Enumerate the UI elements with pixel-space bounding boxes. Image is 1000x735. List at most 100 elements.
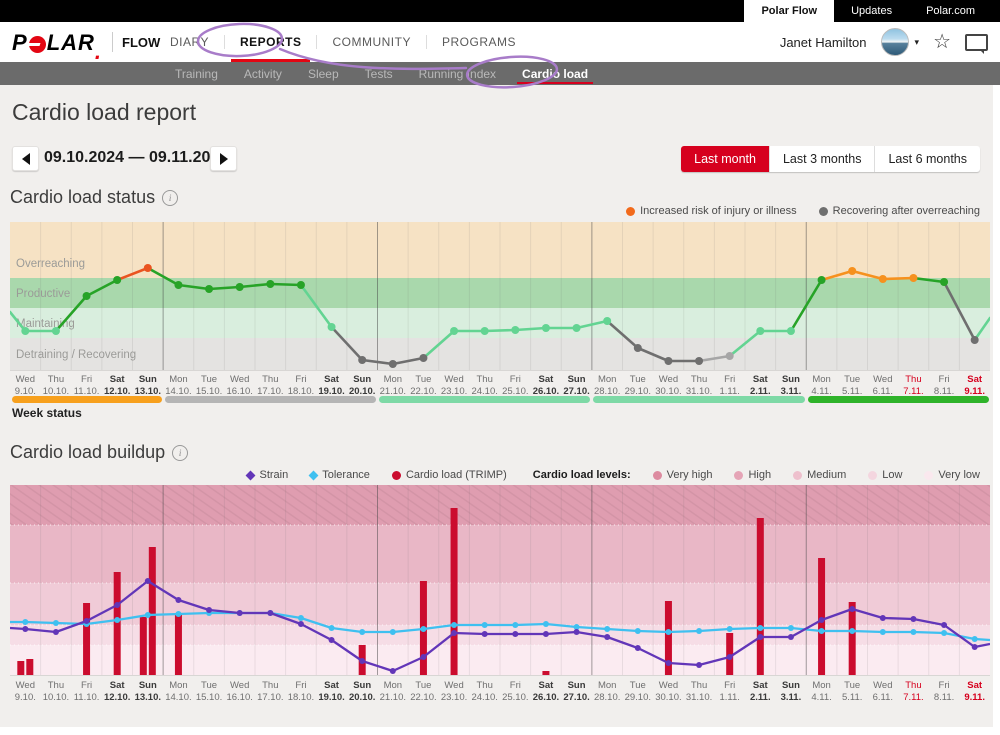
- tolerance-point: [880, 629, 886, 635]
- trimp-bar: [26, 659, 33, 675]
- axis-day-label: Fri8.11.: [929, 371, 960, 399]
- info-icon[interactable]: i: [162, 190, 178, 206]
- risk-dot-icon: [626, 207, 635, 216]
- subnav-cardio-load[interactable]: Cardio load: [509, 62, 601, 85]
- status-point: [787, 327, 795, 335]
- nav-item-diary[interactable]: DIARY: [155, 22, 224, 62]
- status-point: [940, 278, 948, 286]
- legend-item: Medium: [793, 469, 846, 481]
- buildup-section-title: Cardio load buildup i: [10, 442, 188, 463]
- axis-day-label: Mon28.10.: [592, 677, 623, 705]
- next-period-button[interactable]: [210, 146, 237, 171]
- axis-day-label: Sun3.11.: [776, 371, 807, 399]
- axis-day-label: Fri8.11.: [929, 677, 960, 705]
- legend-item: Increased risk of injury or illness: [626, 205, 797, 217]
- axis-day-label: Fri11.10.: [71, 677, 102, 705]
- tolerance-point: [359, 629, 365, 635]
- prev-period-button[interactable]: [12, 146, 39, 171]
- status-point: [603, 317, 611, 325]
- strain-point: [451, 630, 457, 636]
- tolerance-point: [910, 629, 916, 635]
- strain-point: [298, 621, 304, 627]
- buildup-chart-svg: [10, 485, 990, 675]
- status-point: [21, 327, 29, 335]
- legend-item: Very high: [653, 469, 713, 481]
- axis-day-label: Fri25.10.: [500, 371, 531, 399]
- trimp-bar: [114, 572, 121, 675]
- favorites-star-icon[interactable]: ☆: [933, 32, 951, 52]
- last-6-months-button[interactable]: Last 6 months: [874, 146, 980, 172]
- levels-label: Cardio load levels:: [533, 469, 631, 481]
- axis-day-label: Sat2.11.: [745, 371, 776, 399]
- axis-day-label: Thu17.10.: [255, 371, 286, 399]
- strain-point: [359, 658, 365, 664]
- polar-logo[interactable]: PLAR.: [12, 30, 104, 56]
- band-label: Productive: [16, 288, 70, 300]
- level-medium-icon: [793, 471, 802, 480]
- subnav-activity[interactable]: Activity: [231, 62, 295, 85]
- avatar[interactable]: [881, 28, 909, 56]
- strain-point: [482, 631, 488, 637]
- axis-day-label: Wed9.10.: [10, 677, 41, 705]
- axis-day-label: Sat2.11.: [745, 677, 776, 705]
- last-month-button[interactable]: Last month: [681, 146, 769, 172]
- axis-day-label: Fri1.11.: [714, 677, 745, 705]
- strain-point: [22, 626, 28, 632]
- axis-day-label: Thu24.10.: [469, 677, 500, 705]
- chevron-down-icon[interactable]: ▾: [915, 37, 920, 48]
- nav-item-community[interactable]: COMMUNITY: [317, 22, 426, 62]
- strain-point: [727, 654, 733, 660]
- tolerance-point: [175, 611, 181, 617]
- tolerance-point: [849, 628, 855, 634]
- axis-day-label: Sun27.10.: [561, 371, 592, 399]
- strain-point: [696, 662, 702, 668]
- tab-updates[interactable]: Updates: [834, 0, 909, 22]
- nav-item-reports[interactable]: REPORTS: [225, 22, 317, 62]
- axis-day-label: Fri18.10.: [286, 371, 317, 399]
- week-status-bar: [10, 396, 990, 403]
- strain-point: [145, 578, 151, 584]
- status-point: [695, 357, 703, 365]
- buildup-title-text: Cardio load buildup: [10, 442, 165, 463]
- axis-day-label: Wed16.10.: [224, 371, 255, 399]
- tolerance-point: [298, 615, 304, 621]
- subnav-sleep[interactable]: Sleep: [295, 62, 352, 85]
- strain-point: [788, 634, 794, 640]
- status-section-title: Cardio load status i: [10, 187, 178, 208]
- last-3-months-button[interactable]: Last 3 months: [769, 146, 875, 172]
- status-point: [848, 267, 856, 275]
- cardio-load-buildup-chart: [10, 485, 990, 676]
- tolerance-point: [972, 636, 978, 642]
- nav-item-programs[interactable]: PROGRAMS: [427, 22, 531, 62]
- buildup-chart-axis: Wed9.10.Thu10.10.Fri11.10.Sat12.10.Sun13…: [10, 677, 990, 705]
- axis-day-label: Wed6.11.: [868, 677, 899, 705]
- level-very-high-icon: [653, 471, 662, 480]
- tab-polar-com[interactable]: Polar.com: [909, 0, 992, 22]
- subnav-training[interactable]: Training: [162, 62, 231, 85]
- cardio-load-status-chart: OverreachingProductiveMaintainingDetrain…: [10, 222, 990, 371]
- axis-day-label: Thu7.11.: [898, 677, 929, 705]
- tab-polar-flow[interactable]: Polar Flow: [744, 0, 834, 22]
- status-point: [389, 360, 397, 368]
- subnav-running-index[interactable]: Running Index: [406, 62, 509, 85]
- level-high-icon: [734, 471, 743, 480]
- status-point: [236, 283, 244, 291]
- trimp-bar: [17, 661, 24, 675]
- status-point: [971, 336, 979, 344]
- strain-point: [206, 607, 212, 613]
- legend-label: Low: [882, 469, 902, 481]
- info-icon[interactable]: i: [172, 445, 188, 461]
- tolerance-point: [329, 625, 335, 631]
- tolerance-point: [390, 629, 396, 635]
- subnav-tests[interactable]: Tests: [352, 62, 406, 85]
- range-button-group: Last month Last 3 months Last 6 months: [681, 146, 980, 172]
- status-title-text: Cardio load status: [10, 187, 155, 208]
- feedback-bubble-icon[interactable]: [965, 34, 988, 51]
- page-title: Cardio load report: [12, 99, 196, 126]
- axis-day-label: Tue29.10.: [623, 677, 654, 705]
- week-status-label: Week status: [12, 406, 82, 420]
- axis-day-label: Thu10.10.: [41, 371, 72, 399]
- tolerance-point: [941, 630, 947, 636]
- axis-day-label: Sat19.10.: [316, 677, 347, 705]
- user-name[interactable]: Janet Hamilton: [780, 35, 867, 50]
